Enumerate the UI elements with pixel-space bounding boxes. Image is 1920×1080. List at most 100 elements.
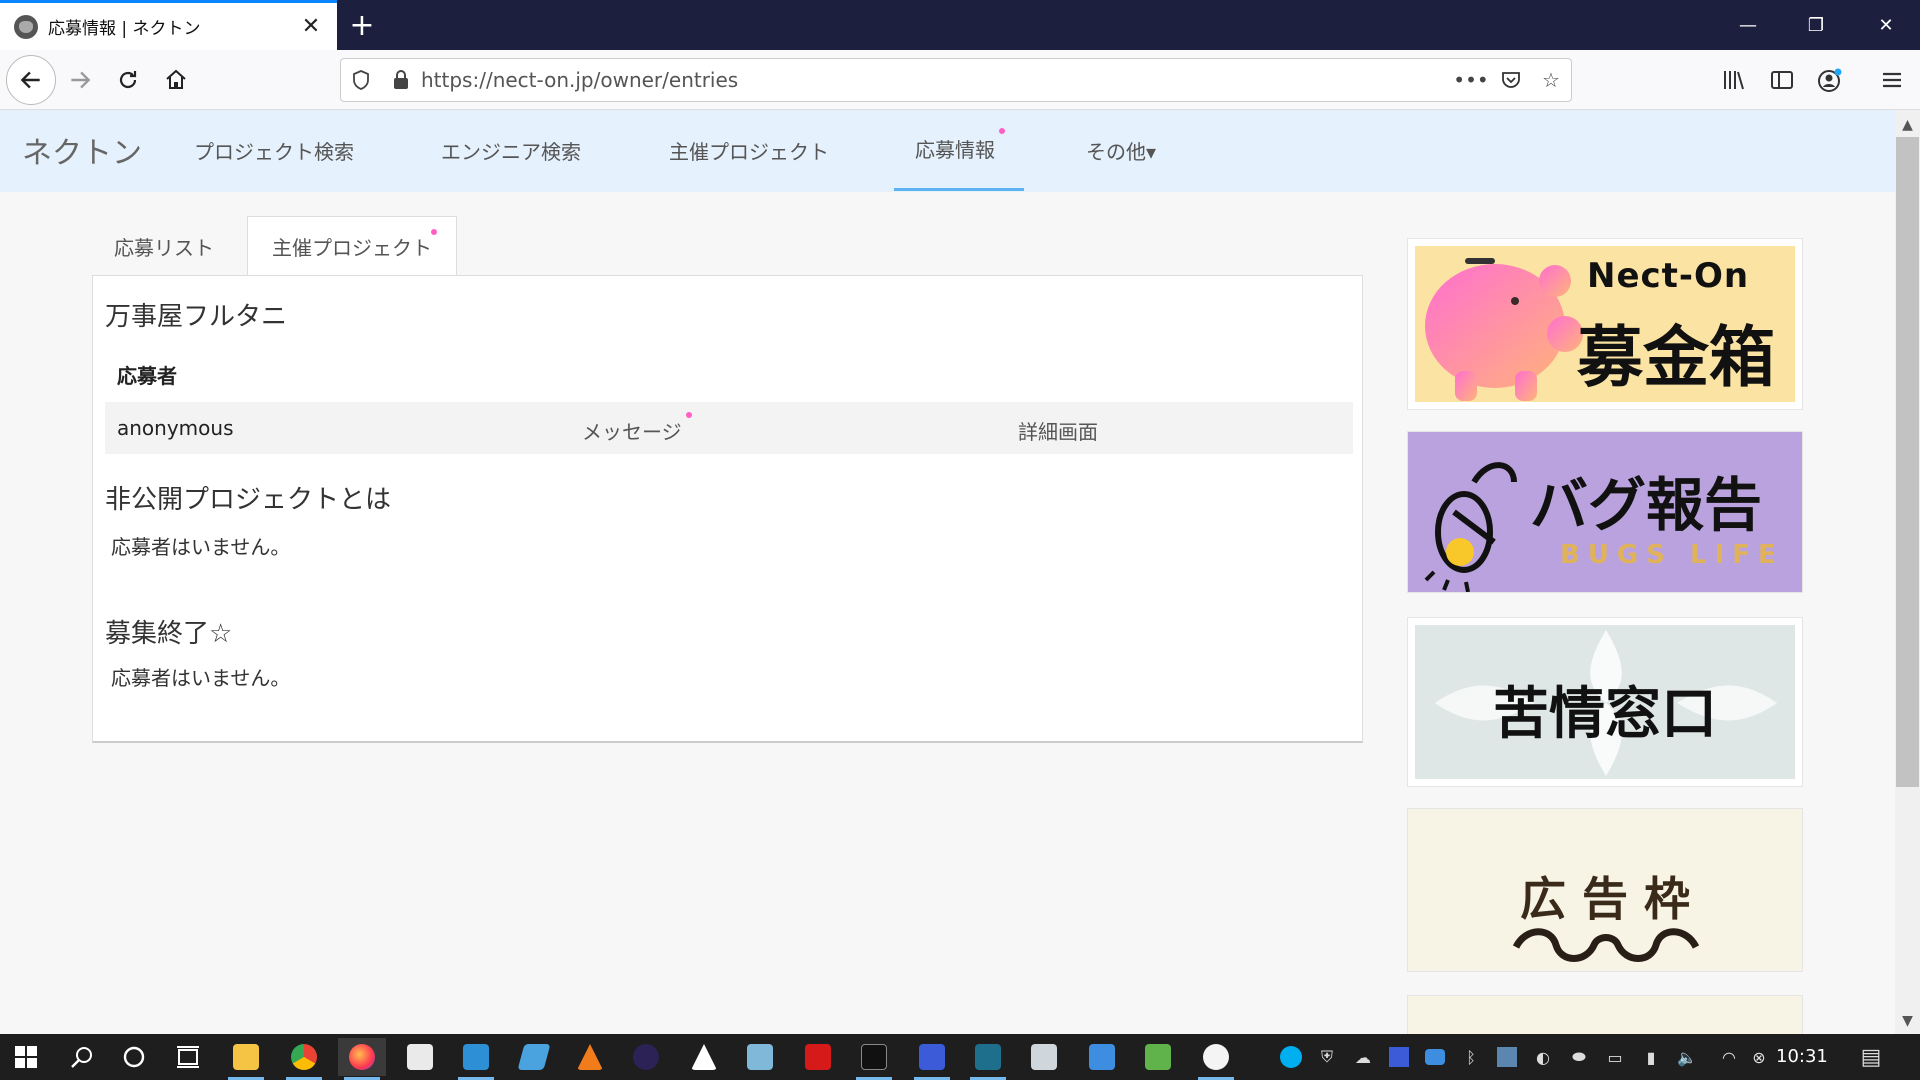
- applicants-heading: 応募者: [117, 364, 177, 388]
- forward-button[interactable]: [56, 56, 104, 104]
- browser-tab-bar: 応募情報 | ネクトン ✕ + — ❐ ✕: [0, 0, 1920, 50]
- lock-icon[interactable]: [381, 60, 421, 100]
- close-tab-icon[interactable]: ✕: [293, 9, 329, 45]
- restore-window-icon[interactable]: ❐: [1782, 0, 1850, 50]
- tab-hosted-projects[interactable]: 主催プロジェクト: [247, 216, 457, 276]
- site-brand-logo[interactable]: ネクトン: [22, 128, 142, 172]
- bookmark-star-icon[interactable]: ☆: [1531, 60, 1571, 100]
- mail-icon[interactable]: [1078, 1038, 1126, 1076]
- security-shield-icon[interactable]: ⛨: [1312, 1042, 1342, 1072]
- itunes-icon[interactable]: [1192, 1038, 1240, 1080]
- firefox-icon[interactable]: [338, 1038, 386, 1080]
- project-title: 募集終了☆: [105, 619, 233, 649]
- library-icon[interactable]: [1714, 60, 1754, 100]
- taskbar-clock[interactable]: 10:31: [1776, 1046, 1828, 1067]
- nav-active-underline: [894, 188, 1024, 191]
- minimize-window-icon[interactable]: —: [1714, 0, 1782, 50]
- app-icon-5[interactable]: [452, 1038, 500, 1080]
- banner-complaints-line1: 苦情窓口: [1493, 682, 1717, 747]
- no-connection-icon[interactable]: ⊗: [1744, 1042, 1774, 1072]
- new-tab-button[interactable]: +: [342, 6, 382, 44]
- scroll-up-icon[interactable]: ▲: [1895, 112, 1920, 138]
- site-favicon-icon: [14, 14, 38, 39]
- app-icon-10[interactable]: [736, 1038, 784, 1076]
- banner-more-slot[interactable]: [1407, 995, 1803, 1034]
- windows-taskbar: ⛨ ☁ ᛒ ◐ ⬬ ▭ ▮ 🔈 ◠ ⊗ 10:31 ▤: [0, 1034, 1920, 1080]
- notification-dot: [999, 128, 1005, 134]
- tab-application-list[interactable]: 応募リスト: [92, 216, 236, 276]
- banner-donation-box[interactable]: Nect-On 募金箱: [1407, 238, 1803, 410]
- pocket-icon[interactable]: [1491, 60, 1531, 100]
- nav-application-info[interactable]: 応募情報: [915, 134, 995, 190]
- detail-link[interactable]: 詳細画面: [1018, 416, 1098, 445]
- nav-application-info-label: 応募情報: [915, 138, 995, 162]
- notification-center-icon[interactable]: ▤: [1856, 1042, 1886, 1072]
- menu-hamburger-icon[interactable]: [1872, 60, 1912, 100]
- home-button[interactable]: [152, 56, 200, 104]
- onedrive-icon[interactable]: [1420, 1042, 1450, 1072]
- tab-notification-dot: [431, 229, 437, 235]
- app-icon-15[interactable]: [1020, 1038, 1068, 1076]
- skype-icon[interactable]: [1276, 1042, 1306, 1072]
- app-icon-11[interactable]: [794, 1038, 842, 1076]
- app-icon-6[interactable]: [510, 1038, 558, 1076]
- volume-icon[interactable]: 🔈: [1672, 1042, 1702, 1072]
- cortana-icon[interactable]: [110, 1038, 158, 1076]
- scrollbar-thumb[interactable]: [1896, 137, 1919, 787]
- nav-hosted-projects[interactable]: 主催プロジェクト: [669, 136, 829, 165]
- forward-arrow-icon: [71, 71, 91, 89]
- app-icon-14[interactable]: [964, 1038, 1012, 1080]
- table-row: anonymous メッセージ 詳細画面: [105, 402, 1353, 454]
- message-notification-dot: [686, 412, 692, 418]
- back-button[interactable]: [6, 55, 56, 105]
- wifi-icon[interactable]: ◠: [1714, 1042, 1744, 1072]
- display-icon[interactable]: ▭: [1600, 1042, 1630, 1072]
- banner-complaints[interactable]: 苦情窓口: [1407, 617, 1803, 787]
- account-icon[interactable]: [1810, 60, 1850, 100]
- firefly-icon: [1424, 462, 1517, 592]
- reload-icon: [119, 71, 137, 89]
- page-actions-icon[interactable]: •••: [1451, 60, 1491, 100]
- scroll-down-icon[interactable]: ▼: [1895, 1008, 1920, 1034]
- site-header: ネクトン プロジェクト検索 エンジニア検索 主催プロジェクト 応募情報 その他▾: [0, 110, 1895, 192]
- address-bar[interactable]: ••• ☆: [340, 58, 1572, 102]
- chrome-icon[interactable]: [280, 1038, 328, 1080]
- app-icon-8[interactable]: [622, 1038, 670, 1076]
- no-applicants-text: 応募者はいません。: [111, 535, 291, 559]
- app-icon-13[interactable]: [908, 1038, 956, 1080]
- nav-others-dropdown[interactable]: その他▾: [1086, 136, 1156, 165]
- close-window-icon[interactable]: ✕: [1852, 0, 1920, 50]
- tray-app-icon[interactable]: [1384, 1042, 1414, 1072]
- nav-engineer-search[interactable]: エンジニア検索: [441, 136, 581, 165]
- banner-bug-report[interactable]: バグ報告 BUGS LIFE: [1407, 431, 1803, 593]
- tray-app-2-icon[interactable]: [1492, 1042, 1522, 1072]
- banner-ad-line1: 広 告 枠: [1519, 872, 1691, 926]
- windows-start-icon[interactable]: [2, 1038, 50, 1076]
- reload-button[interactable]: [104, 56, 152, 104]
- browser-tab-active[interactable]: 応募情報 | ネクトン ✕: [0, 0, 337, 50]
- store-icon[interactable]: [396, 1038, 444, 1076]
- shield-icon[interactable]: [341, 60, 381, 100]
- nav-project-search[interactable]: プロジェクト検索: [194, 136, 354, 165]
- url-input[interactable]: [421, 60, 1451, 100]
- message-link[interactable]: メッセージ: [582, 416, 682, 445]
- terminal-icon[interactable]: [850, 1038, 898, 1080]
- search-icon[interactable]: [58, 1038, 106, 1076]
- cloud-icon[interactable]: ☁: [1348, 1042, 1378, 1072]
- file-explorer-icon[interactable]: [222, 1038, 270, 1080]
- app-icon-9[interactable]: [680, 1038, 728, 1076]
- task-view-icon[interactable]: [164, 1038, 212, 1076]
- no-applicants-text: 応募者はいません。: [111, 666, 291, 690]
- app-icon-7[interactable]: [566, 1038, 614, 1076]
- browser-tab-title: 応募情報 | ネクトン: [48, 19, 201, 39]
- tray-app-4-icon[interactable]: ⬬: [1564, 1042, 1594, 1072]
- applicant-name: anonymous: [117, 416, 234, 440]
- banner-ad-slot[interactable]: 広 告 枠: [1407, 808, 1803, 972]
- sidebar-toggle-icon[interactable]: [1762, 60, 1802, 100]
- bluetooth-icon[interactable]: ᛒ: [1456, 1042, 1486, 1072]
- battery-icon[interactable]: ▮: [1636, 1042, 1666, 1072]
- tray-app-3-icon[interactable]: ◐: [1528, 1042, 1558, 1072]
- applications-panel: 万事屋フルタニ 応募者 anonymous メッセージ 詳細画面 非公開プロジェ…: [92, 275, 1363, 743]
- project-title: 非公開プロジェクトとは: [105, 485, 392, 515]
- app-icon-17[interactable]: [1134, 1038, 1182, 1076]
